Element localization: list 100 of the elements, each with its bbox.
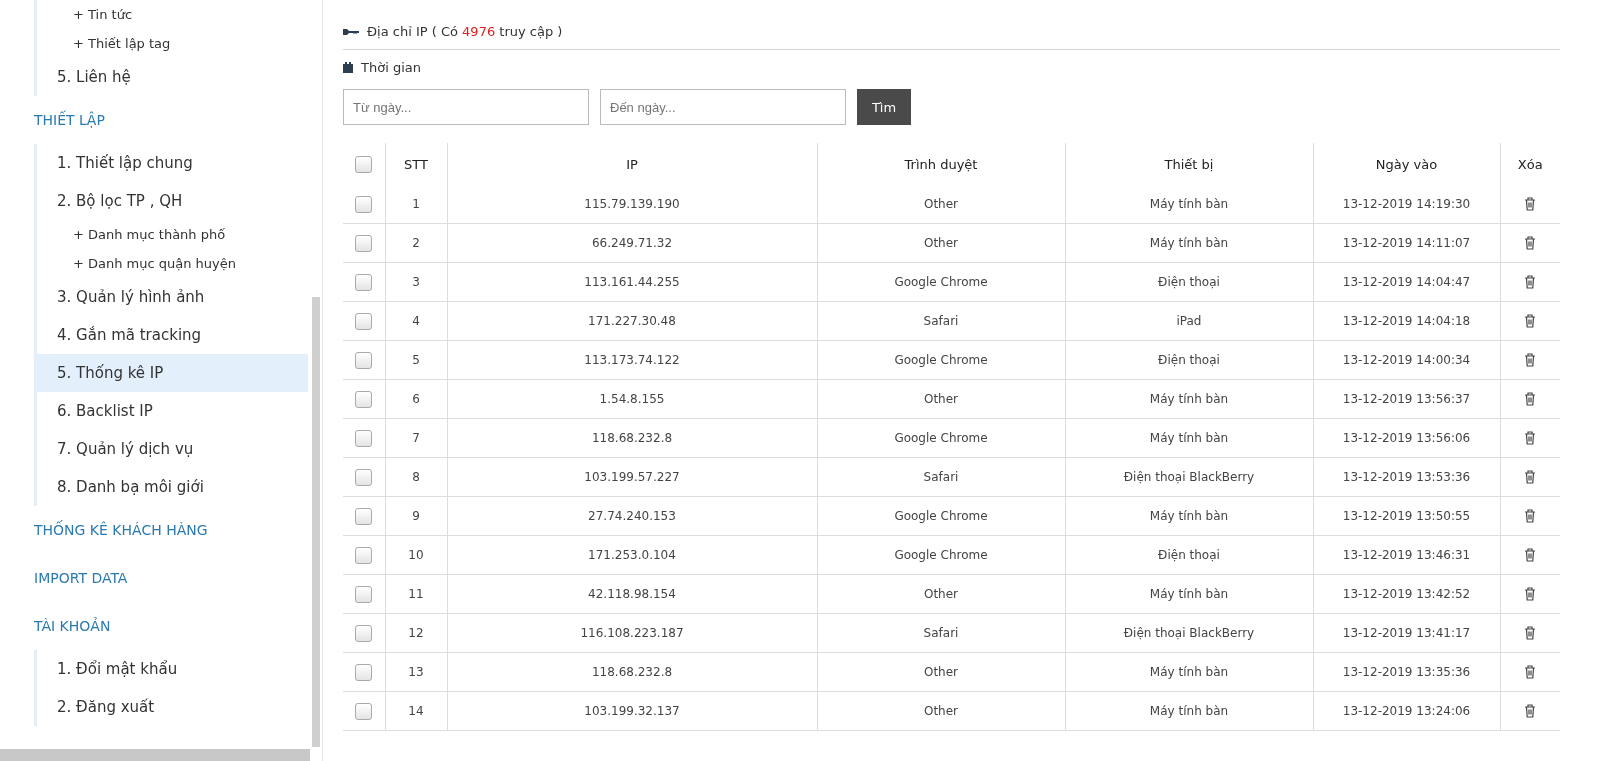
sidebar-item[interactable]: 2. Đăng xuất [37,688,322,726]
sidebar-heading[interactable]: IMPORT DATA [34,554,322,602]
table-cell: 13-12-2019 13:24:06 [1313,691,1500,731]
sidebar-item[interactable]: 7. Quản lý dịch vụ [37,430,322,468]
table-cell: Máy tính bàn [1065,185,1313,224]
row-checkbox[interactable] [355,546,373,564]
table-cell: 66.249.71.32 [447,223,817,263]
table-cell: Safari [817,457,1065,497]
sidebar-item[interactable]: + Danh mục quận huyện [37,249,322,278]
table-cell: 10 [385,535,447,575]
trash-icon[interactable] [1524,587,1537,602]
select-all-checkbox[interactable] [355,155,373,173]
table-cell: Điện thoại BlackBerry [1065,613,1313,653]
sidebar-item[interactable]: 5. Thống kê IP [37,354,308,392]
table-cell: 171.227.30.48 [447,301,817,341]
table-cell: Other [817,652,1065,692]
table-cell: 4 [385,301,447,341]
trash-icon[interactable] [1524,236,1537,251]
key-icon [343,27,359,36]
sidebar-item[interactable]: 2. Bộ lọc TP , QH [37,182,322,220]
column-header: IP [447,143,817,185]
row-checkbox[interactable] [355,273,373,291]
trash-icon[interactable] [1524,704,1537,719]
table-cell: Google Chrome [817,418,1065,458]
column-header: Xóa [1500,143,1560,185]
sidebar-heading[interactable]: TÀI KHOẢN [34,602,322,650]
row-checkbox[interactable] [355,585,373,603]
row-checkbox[interactable] [355,468,373,486]
table-cell: 13-12-2019 14:04:18 [1313,301,1500,341]
sidebar-heading[interactable]: THỐNG KÊ KHÁCH HÀNG [34,506,322,554]
table-cell: 5 [385,340,447,380]
table-cell: Điện thoại [1065,340,1313,380]
table-cell: 12 [385,613,447,653]
row-checkbox[interactable] [355,234,373,252]
table-cell: 2 [385,223,447,263]
to-date-field[interactable]: Đến ngày... [600,89,846,125]
table-cell: Điện thoại BlackBerry [1065,457,1313,497]
sidebar-heading[interactable]: THIẾT LẬP [34,96,322,144]
table-cell: 7 [385,418,447,458]
filter-label: Thời gian [361,60,421,75]
table-cell: 118.68.232.8 [447,418,817,458]
calendar-icon [343,62,353,73]
table-cell: 103.199.32.137 [447,691,817,731]
table-cell: Điện thoại [1065,262,1313,302]
table-cell: 13 [385,652,447,692]
column-header: Ngày vào [1313,143,1500,185]
row-checkbox[interactable] [355,663,373,681]
row-checkbox[interactable] [355,507,373,525]
sidebar-item[interactable]: + Danh mục thành phố [37,220,322,249]
row-checkbox[interactable] [355,390,373,408]
table-cell: 113.173.74.122 [447,340,817,380]
table-cell: 27.74.240.153 [447,496,817,536]
row-checkbox[interactable] [355,351,373,369]
table-cell: 13-12-2019 13:35:36 [1313,652,1500,692]
trash-icon[interactable] [1524,314,1537,329]
sidebar-item[interactable]: 5. Liên hệ [37,58,322,96]
sidebar-item[interactable]: 6. Backlist IP [37,392,322,430]
sidebar-item[interactable]: 1. Đổi mật khẩu [37,650,322,688]
table-cell: 13-12-2019 13:41:17 [1313,613,1500,653]
scrollbar-thumb[interactable] [0,749,310,761]
trash-icon[interactable] [1524,392,1537,407]
trash-icon[interactable] [1524,626,1537,641]
table-cell: 13-12-2019 13:53:36 [1313,457,1500,497]
row-checkbox[interactable] [355,702,373,720]
sidebar-item[interactable]: 3. Quản lý hình ảnh [37,278,322,316]
sidebar-item[interactable]: 4. Gắn mã tracking [37,316,322,354]
row-checkbox[interactable] [355,624,373,642]
trash-icon[interactable] [1524,548,1537,563]
sidebar-item[interactable]: 1. Thiết lập chung [37,144,322,182]
trash-icon[interactable] [1524,353,1537,368]
table-cell: 11 [385,574,447,614]
table-cell: 1 [385,185,447,224]
table-cell: 103.199.57.227 [447,457,817,497]
trash-icon[interactable] [1524,665,1537,680]
trash-icon[interactable] [1524,275,1537,290]
scrollbar-thumb[interactable] [312,297,320,747]
table-cell: 9 [385,496,447,536]
trash-icon[interactable] [1524,197,1537,212]
sidebar-item[interactable]: + Thiết lập tag [37,29,322,58]
table-cell: 116.108.223.187 [447,613,817,653]
trash-icon[interactable] [1524,431,1537,446]
table-cell: 113.161.44.255 [447,262,817,302]
table-cell: 3 [385,262,447,302]
trash-icon[interactable] [1524,470,1537,485]
table-cell: Other [817,223,1065,263]
table-cell: Google Chrome [817,262,1065,302]
sidebar-item[interactable]: 8. Danh bạ môi giới [37,468,322,506]
table-cell: Máy tính bàn [1065,379,1313,419]
table-cell: Other [817,574,1065,614]
row-checkbox[interactable] [355,312,373,330]
table-cell: 13-12-2019 14:19:30 [1313,185,1500,224]
sidebar-item[interactable]: + Tin tức [37,0,322,29]
table-cell: 42.118.98.154 [447,574,817,614]
row-checkbox[interactable] [355,195,373,213]
search-button[interactable]: Tìm [857,89,911,125]
trash-icon[interactable] [1524,509,1537,524]
table-cell: 13-12-2019 14:11:07 [1313,223,1500,263]
from-date-field[interactable]: Từ ngày... [343,89,589,125]
row-checkbox[interactable] [355,429,373,447]
table-cell: Safari [817,613,1065,653]
